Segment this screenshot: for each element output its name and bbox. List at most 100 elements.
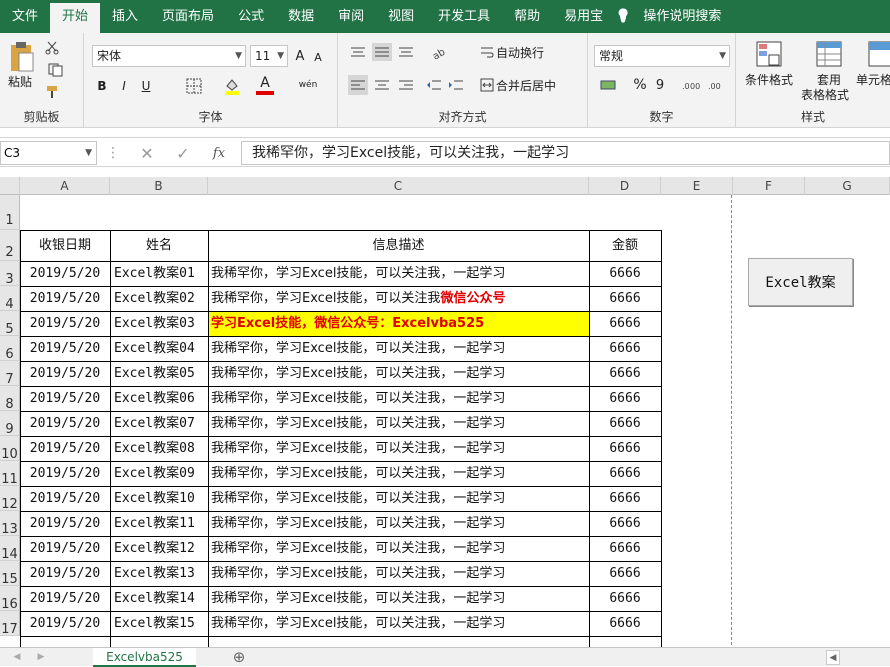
add-sheet-icon[interactable]: ⊕ [230,648,248,666]
tab-review[interactable]: 审阅 [326,0,376,33]
italic-button[interactable]: I [116,77,132,95]
row-header-14[interactable]: 14 [0,536,20,562]
row-header-5[interactable]: 5 [0,311,20,337]
table-cell-amount[interactable]: 6666 [589,611,661,636]
merge-center-icon[interactable] [478,75,496,95]
next-sheet-icon[interactable]: ▶ [34,649,48,665]
underline-button[interactable]: U [138,77,154,95]
table-cell-date[interactable]: 2019/5/20 [20,461,110,486]
font-color-button[interactable]: A [256,75,274,95]
conditional-format-icon[interactable] [754,39,784,69]
table-cell-description[interactable]: 我稀罕你，学习Excel技能，可以关注我微信公众号 [208,286,589,311]
table-cell-description[interactable]: 我稀罕你，学习Excel技能，可以关注我，一起学习 [208,611,589,636]
number-format-select[interactable]: 常规 ▼ [594,45,730,67]
decrease-indent-icon[interactable] [424,75,444,95]
row-header-7[interactable]: 7 [0,361,20,387]
table-cell-amount[interactable]: 6666 [589,361,661,386]
table-cell-date[interactable]: 2019/5/20 [20,511,110,536]
row-header-6[interactable]: 6 [0,336,20,362]
tab-insert[interactable]: 插入 [100,0,150,33]
header-date[interactable]: 收银日期 [20,230,110,261]
scroll-left-icon[interactable]: ◀ [826,650,840,665]
table-cell-description[interactable]: 学习Excel技能，微信公众号：Excelvba525 [208,311,589,336]
tab-data[interactable]: 数据 [276,0,326,33]
table-cell-amount[interactable]: 6666 [589,311,661,336]
column-header-d[interactable]: D [589,177,661,195]
tab-page-layout[interactable]: 页面布局 [150,0,226,33]
table-cell-description[interactable]: 我稀罕你，学习Excel技能，可以关注我，一起学习 [208,511,589,536]
table-cell-amount[interactable]: 6666 [589,436,661,461]
increase-indent-icon[interactable] [446,75,466,95]
row-header-9[interactable]: 9 [0,411,20,437]
table-cell-date[interactable]: 2019/5/20 [20,336,110,361]
table-cell-name[interactable]: Excel教案07 [110,411,208,436]
table-cell-amount[interactable]: 6666 [589,561,661,586]
row-header-4[interactable]: 4 [0,286,20,312]
table-cell-name[interactable]: Excel教案03 [110,311,208,336]
table-cell-name[interactable]: Excel教案12 [110,536,208,561]
conditional-format-button[interactable]: 条件格式 [740,71,798,87]
bold-button[interactable]: B [94,77,110,95]
decrease-font-button[interactable]: A [310,48,326,66]
sheet-tab[interactable]: Excelvba525 [93,648,196,667]
table-cell-name[interactable]: Excel教案11 [110,511,208,536]
table-cell-date[interactable]: 2019/5/20 [20,536,110,561]
tab-tell-me[interactable]: 操作说明搜索 [631,0,733,33]
tab-view[interactable]: 视图 [376,0,426,33]
column-header-c[interactable]: C [208,177,589,195]
column-header-f[interactable]: F [733,177,805,195]
tab-file[interactable]: 文件 [0,0,50,33]
cell-style-button[interactable]: 单元格 [856,71,890,87]
table-cell-date[interactable]: 2019/5/20 [20,311,110,336]
table-cell-date[interactable]: 2019/5/20 [20,261,110,286]
row-header-16[interactable]: 16 [0,586,20,612]
table-cell-name[interactable]: Excel教案15 [110,611,208,636]
table-cell-date[interactable]: 2019/5/20 [20,561,110,586]
table-cell-amount[interactable]: 6666 [589,536,661,561]
table-cell-description[interactable]: 我稀罕你，学习Excel技能，可以关注我，一起学习 [208,486,589,511]
table-cell-amount[interactable]: 6666 [589,386,661,411]
table-cell-name[interactable]: Excel教案05 [110,361,208,386]
column-header-b[interactable]: B [110,177,208,195]
table-cell-description[interactable]: 我稀罕你，学习Excel技能，可以关注我，一起学习 [208,461,589,486]
tab-help[interactable]: 帮助 [502,0,552,33]
font-name-select[interactable]: 宋体 ▼ [92,45,246,67]
table-cell-amount[interactable]: 6666 [589,486,661,511]
table-cell-description[interactable]: 我稀罕你，学习Excel技能，可以关注我，一起学习 [208,586,589,611]
row-header-10[interactable]: 10 [0,436,20,462]
table-format-icon[interactable] [814,39,844,69]
tab-yiyongbao[interactable]: 易用宝 [552,0,615,33]
table-cell-amount[interactable]: 6666 [589,511,661,536]
table-cell-amount[interactable]: 6666 [589,461,661,486]
table-cell-name[interactable]: Excel教案06 [110,386,208,411]
row-header-11[interactable]: 11 [0,461,20,487]
row-header-17[interactable]: 17 [0,611,20,637]
table-cell-name[interactable]: Excel教案01 [110,261,208,286]
table-cell-description[interactable]: 我稀罕你，学习Excel技能，可以关注我，一起学习 [208,336,589,361]
table-cell-date[interactable]: 2019/5/20 [20,411,110,436]
cut-icon[interactable] [42,39,62,57]
paste-button[interactable]: 粘贴 [2,73,38,89]
format-painter-icon[interactable] [42,83,62,101]
table-cell-name[interactable]: Excel教案02 [110,286,208,311]
tab-home[interactable]: 开始 [50,3,101,33]
wrap-text-button[interactable]: 自动换行 [496,43,566,61]
table-cell-description[interactable]: 我稀罕你，学习Excel技能，可以关注我，一起学习 [208,361,589,386]
row-header-13[interactable]: 13 [0,511,20,537]
row-header-3[interactable]: 3 [0,261,20,287]
align-left-icon[interactable] [348,75,368,95]
header-description[interactable]: 信息描述 [208,230,589,261]
table-cell-name[interactable]: Excel教案13 [110,561,208,586]
tab-developer[interactable]: 开发工具 [426,0,502,33]
borders-icon[interactable] [182,77,206,95]
formula-input[interactable]: 我稀罕你，学习Excel技能，可以关注我，一起学习 [241,141,890,165]
table-format-line2[interactable]: 表格格式 [794,86,856,102]
excel-lesson-button[interactable]: Excel教案 [748,258,853,306]
table-cell-description[interactable]: 我稀罕你，学习Excel技能，可以关注我，一起学习 [208,411,589,436]
align-bottom-icon[interactable] [396,43,416,61]
percent-button[interactable]: % [632,75,648,95]
row-header-1[interactable]: 1 [0,195,20,230]
comma-button[interactable]: 9 [652,75,668,95]
increase-decimal-icon[interactable]: .0 00 [680,75,702,95]
select-all-corner[interactable] [0,177,20,195]
